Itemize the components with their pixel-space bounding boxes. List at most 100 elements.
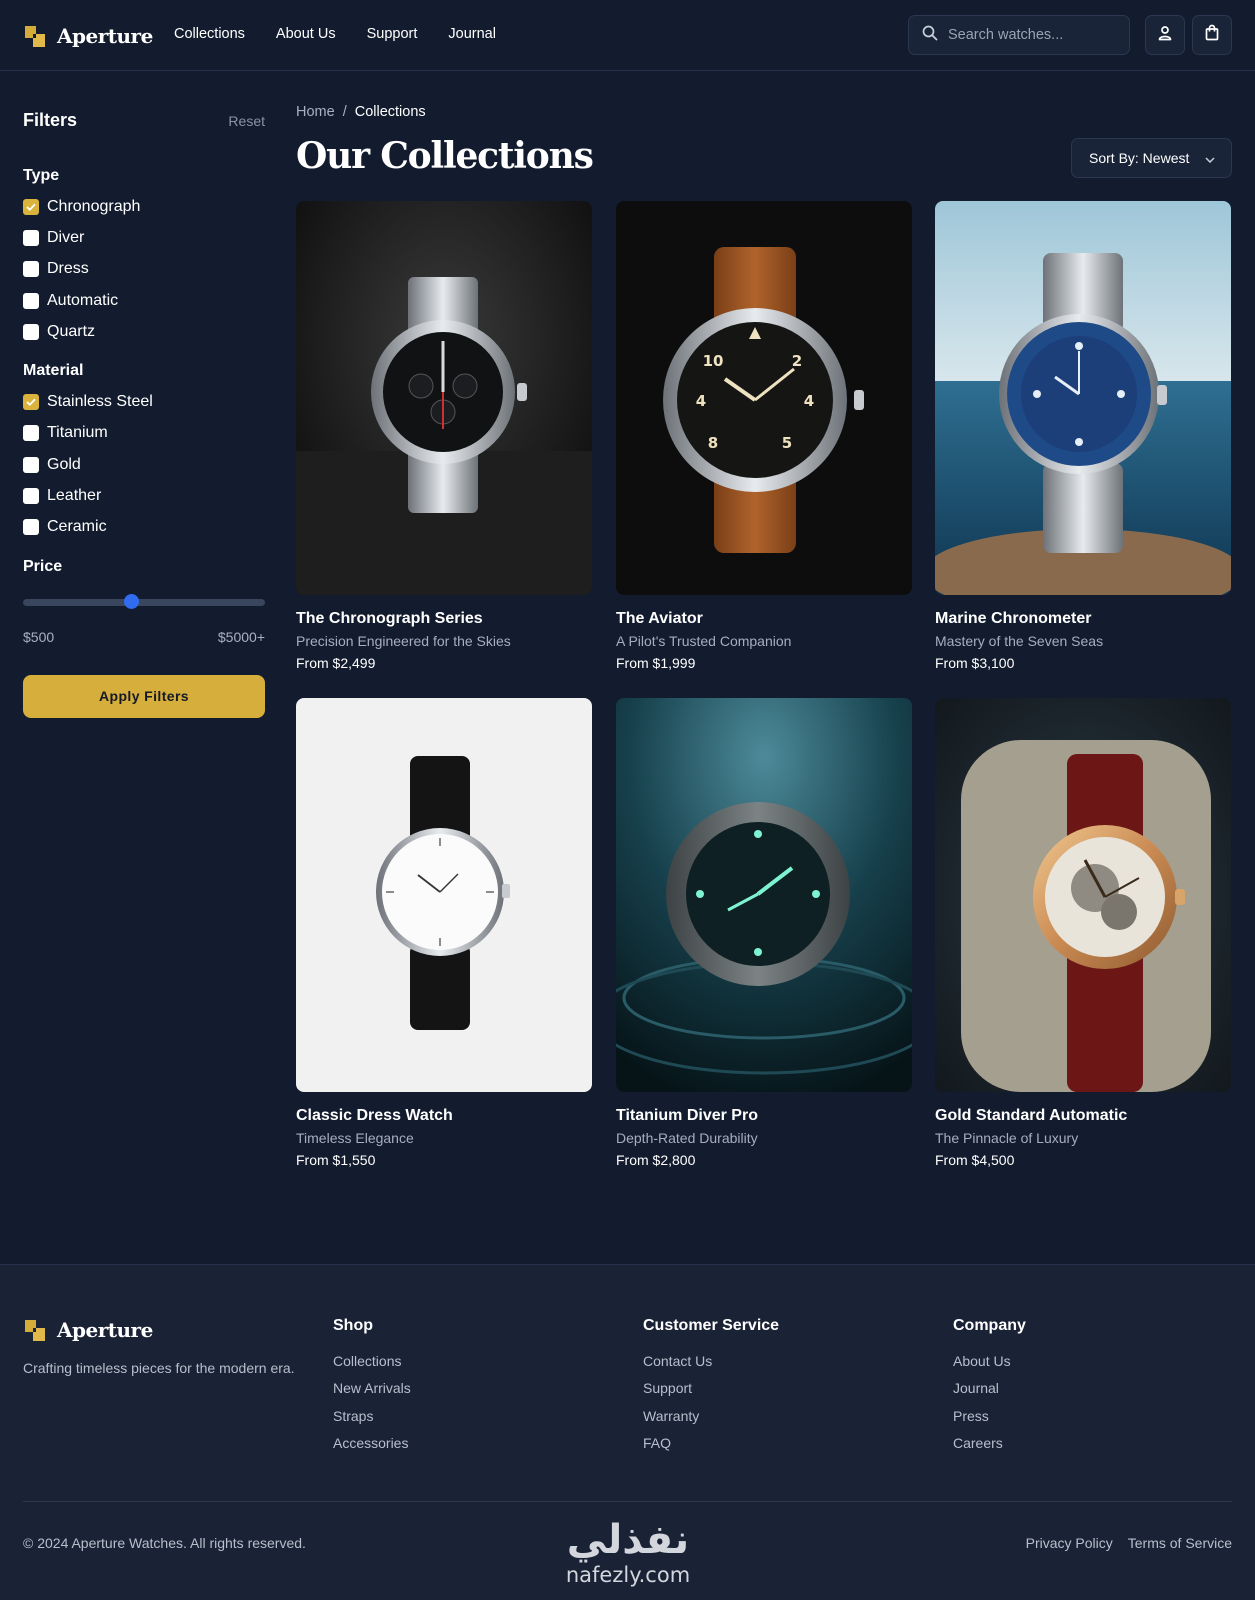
footer-column-customer-service: Customer Service Contact Us Support Warr… [643, 1317, 779, 1462]
footer-link[interactable]: Careers [953, 1435, 1026, 1462]
user-icon [1157, 25, 1173, 46]
filter-option-label: Diver [47, 228, 85, 246]
footer-link[interactable]: New Arrivals [333, 1380, 411, 1407]
product-name[interactable]: Gold Standard Automatic [935, 1107, 1231, 1125]
product-card[interactable]: Titanium Diver Pro Depth-Rated Durabilit… [616, 698, 912, 1168]
slider-track[interactable] [23, 598, 265, 606]
footer-link[interactable]: Press [953, 1408, 1026, 1435]
checkbox-checked[interactable] [23, 198, 39, 215]
checkbox-checked[interactable] [23, 394, 39, 411]
brand-name: Aperture [57, 24, 153, 48]
shopping-bag-icon [1204, 24, 1220, 46]
price-range-labels: $500 $5000+ [23, 629, 265, 645]
filter-group-type-title: Type [23, 167, 60, 184]
nav-link-collections[interactable]: Collections [174, 26, 245, 42]
product-image-dress[interactable] [296, 698, 592, 1092]
nav-link-about-us[interactable]: About Us [276, 26, 336, 42]
product-price: From $1,999 [616, 655, 696, 671]
product-card[interactable]: Classic Dress Watch Timeless Elegance Fr… [296, 698, 592, 1168]
cart-button[interactable] [1192, 15, 1232, 55]
footer-link[interactable]: FAQ [643, 1435, 779, 1462]
reset-filters-link[interactable]: Reset [228, 113, 265, 129]
product-image-aviator[interactable]: 10 2 4 4 8 5 [616, 201, 912, 595]
product-image-titanium-diver[interactable] [616, 698, 912, 1092]
main-menu: Collections About Us Support Journal [174, 26, 496, 42]
product-name[interactable]: Classic Dress Watch [296, 1107, 592, 1125]
product-name[interactable]: Titanium Diver Pro [616, 1107, 912, 1125]
filter-option-label: Stainless Steel [47, 393, 153, 411]
product-price: From $2,800 [616, 1152, 696, 1168]
product-card[interactable]: The Chronograph Series Precision Enginee… [296, 201, 592, 671]
slider-thumb[interactable] [124, 593, 140, 609]
product-price: From $4,500 [935, 1152, 1015, 1168]
footer-link[interactable]: Straps [333, 1408, 411, 1435]
search-input[interactable] [948, 27, 1118, 43]
footer-link[interactable]: Journal [953, 1380, 1026, 1407]
svg-text:4: 4 [696, 392, 706, 410]
checkbox[interactable] [23, 519, 39, 536]
sort-dropdown[interactable]: Sort By: Newest [1071, 138, 1232, 178]
product-card[interactable]: Marine Chronometer Mastery of the Seven … [935, 201, 1231, 671]
product-name[interactable]: The Chronograph Series [296, 610, 592, 628]
product-tagline: A Pilot's Trusted Companion [616, 633, 792, 649]
nav-link-support[interactable]: Support [367, 26, 418, 42]
watermark: نفذلي nafezly.com [551, 1517, 705, 1587]
search-box[interactable] [908, 15, 1130, 55]
filter-option-ceramic[interactable]: Ceramic [23, 512, 265, 543]
nav-link-journal[interactable]: Journal [448, 26, 496, 42]
footer-column-company: Company About Us Journal Press Careers [953, 1317, 1026, 1462]
apply-filters-button[interactable]: Apply Filters [23, 674, 265, 718]
footer-link[interactable]: Collections [333, 1353, 411, 1380]
checkbox[interactable] [23, 323, 39, 340]
price-slider[interactable] [23, 592, 265, 612]
filter-option-diver[interactable]: Diver [23, 222, 265, 253]
footer-column-title: Company [953, 1317, 1026, 1334]
product-tagline: Mastery of the Seven Seas [935, 633, 1104, 649]
breadcrumb-home[interactable]: Home [296, 104, 335, 120]
filter-option-label: Chronograph [47, 197, 141, 215]
filter-option-dress[interactable]: Dress [23, 254, 265, 285]
filter-option-label: Gold [47, 455, 81, 473]
svg-text:4: 4 [804, 392, 814, 410]
product-card[interactable]: 10 2 4 4 8 5 The Aviator A Pilot's Trusted … [616, 201, 912, 671]
checkbox[interactable] [23, 229, 39, 246]
search-icon [922, 25, 938, 46]
checkbox[interactable] [23, 425, 39, 442]
product-card[interactable]: Gold Standard Automatic The Pinnacle of … [935, 698, 1231, 1168]
legal-links: Privacy Policy Terms of Service [1026, 1535, 1232, 1551]
filter-option-quartz[interactable]: Quartz [23, 316, 265, 347]
checkbox[interactable] [23, 292, 39, 309]
footer-brand-logo[interactable]: Aperture [25, 1318, 153, 1342]
privacy-policy-link[interactable]: Privacy Policy [1026, 1535, 1113, 1551]
filter-option-leather[interactable]: Leather [23, 480, 265, 511]
filter-option-label: Quartz [47, 322, 96, 340]
footer-link[interactable]: Accessories [333, 1435, 411, 1462]
product-image-chronograph[interactable] [296, 201, 592, 595]
checkbox[interactable] [23, 488, 39, 505]
filter-group-price-title: Price [23, 557, 63, 575]
footer-tagline: Crafting timeless pieces for the modern … [23, 1360, 295, 1376]
filter-option-automatic[interactable]: Automatic [23, 285, 265, 316]
page-title: Our Collections [296, 135, 594, 177]
footer-link[interactable]: Warranty [643, 1408, 779, 1435]
svg-text:5: 5 [782, 434, 792, 452]
filter-option-label: Automatic [47, 291, 119, 309]
product-name[interactable]: The Aviator [616, 610, 912, 628]
account-button[interactable] [1145, 15, 1185, 55]
filter-option-stainless-steel[interactable]: Stainless Steel [23, 386, 265, 417]
footer-link[interactable]: Contact Us [643, 1353, 779, 1380]
product-price: From $1,550 [296, 1152, 376, 1168]
checkbox[interactable] [23, 456, 39, 473]
product-name[interactable]: Marine Chronometer [935, 610, 1231, 628]
filter-option-chronograph[interactable]: Chronograph [23, 191, 265, 222]
terms-of-service-link[interactable]: Terms of Service [1128, 1535, 1232, 1551]
checkbox[interactable] [23, 261, 39, 278]
svg-text:2: 2 [792, 352, 802, 370]
brand-logo[interactable]: Aperture [25, 24, 153, 48]
filter-option-titanium[interactable]: Titanium [23, 418, 265, 449]
product-image-marine[interactable] [935, 201, 1231, 595]
footer-link[interactable]: About Us [953, 1353, 1026, 1380]
filter-option-gold[interactable]: Gold [23, 449, 265, 480]
footer-link[interactable]: Support [643, 1380, 779, 1407]
product-image-gold-standard[interactable] [935, 698, 1231, 1092]
